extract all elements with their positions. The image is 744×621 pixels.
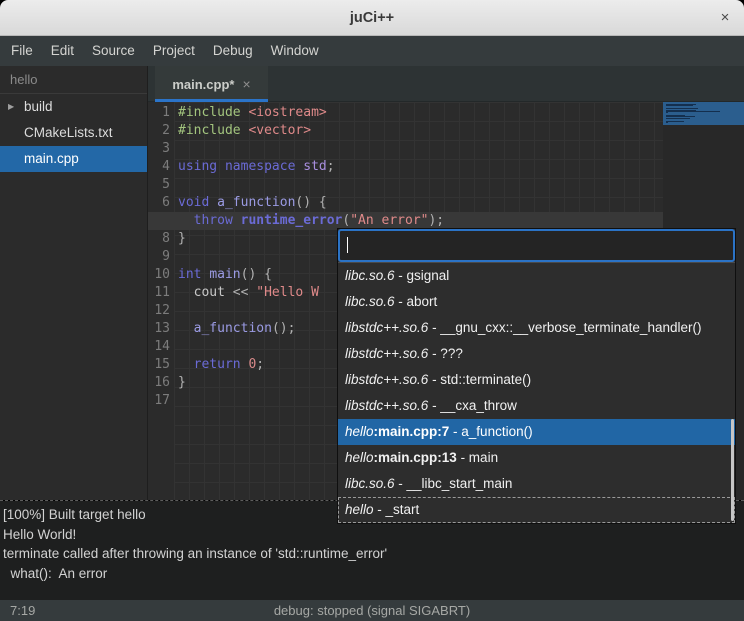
code-line: #include <vector> — [178, 122, 444, 140]
stacktrace-item[interactable]: libc.so.6 - __libc_start_main — [338, 471, 735, 497]
code-line — [178, 140, 444, 158]
code-line: void a_function() { — [178, 194, 444, 212]
stacktrace-item[interactable]: libstdc++.so.6 - __cxa_throw — [338, 393, 735, 419]
line-number-gutter: 1234567891011121314151617 — [148, 104, 174, 410]
window-title: juCi++ — [0, 0, 744, 36]
stacktrace-item[interactable]: libc.so.6 - gsignal — [338, 263, 735, 289]
sidebar-item-build[interactable]: ▶build — [0, 94, 147, 120]
menu-item-file[interactable]: File — [2, 36, 42, 66]
text-caret — [347, 237, 348, 253]
sidebar-item-label: main.cpp — [24, 146, 79, 172]
stacktrace-item[interactable]: libstdc++.so.6 - __gnu_cxx::__verbose_te… — [338, 315, 735, 341]
stacktrace-item[interactable]: libc.so.6 - abort — [338, 289, 735, 315]
statusbar: 7:19 debug: stopped (signal SIGABRT) — [0, 600, 744, 621]
code-line: #include <iostream> — [178, 104, 444, 122]
menu-item-source[interactable]: Source — [83, 36, 144, 66]
tab-label: main.cpp* — [172, 77, 234, 92]
stacktrace-list: libc.so.6 - gsignallibc.so.6 - abortlibs… — [338, 262, 735, 523]
output-line: terminate called after throwing an insta… — [3, 544, 744, 564]
stacktrace-search-input[interactable] — [338, 229, 735, 262]
sidebar-item-label: build — [24, 94, 53, 120]
stacktrace-item[interactable]: hello:main.cpp:7 - a_function() — [338, 419, 735, 445]
stacktrace-item[interactable]: libstdc++.so.6 - std::terminate() — [338, 367, 735, 393]
sidebar-item-main-cpp[interactable]: main.cpp — [0, 146, 147, 172]
debug-status: debug: stopped (signal SIGABRT) — [0, 600, 744, 621]
menu-item-debug[interactable]: Debug — [204, 36, 262, 66]
tab-maincpp[interactable]: main.cpp* × — [155, 66, 268, 102]
code-line — [178, 176, 444, 194]
sidebar-item-label: CMakeLists.txt — [24, 120, 113, 146]
stacktrace-item[interactable]: hello:main.cpp:13 - main — [338, 445, 735, 471]
output-line: what(): An error — [3, 564, 744, 584]
menu-item-window[interactable]: Window — [262, 36, 328, 66]
output-line: Hello World! — [3, 525, 744, 545]
expander-icon[interactable]: ▶ — [8, 94, 20, 120]
popup-scrollbar-thumb[interactable] — [731, 419, 734, 521]
menu-item-project[interactable]: Project — [144, 36, 204, 66]
menubar: FileEditSourceProjectDebugWindow — [0, 36, 744, 66]
sidebar-item-cmakelists-txt[interactable]: CMakeLists.txt — [0, 120, 147, 146]
window-titlebar[interactable]: juCi++ × — [0, 0, 744, 36]
code-line: using namespace std; — [178, 158, 444, 176]
tabbar: main.cpp* × — [148, 66, 744, 102]
file-tree-sidebar: hello ▶buildCMakeLists.txtmain.cpp — [0, 66, 148, 500]
menu-item-edit[interactable]: Edit — [42, 36, 83, 66]
stacktrace-item[interactable]: hello - _start — [338, 497, 735, 523]
tab-close-icon[interactable]: × — [242, 76, 250, 92]
sidebar-project-label: hello — [0, 66, 147, 94]
stacktrace-popup: libc.so.6 - gsignallibc.so.6 - abortlibs… — [337, 228, 736, 524]
minimap-viewport[interactable] — [663, 102, 744, 125]
stacktrace-item[interactable]: libstdc++.so.6 - ??? — [338, 341, 735, 367]
window-close-icon[interactable]: × — [716, 9, 734, 27]
app-window: juCi++ × FileEditSourceProjectDebugWindo… — [0, 0, 744, 621]
